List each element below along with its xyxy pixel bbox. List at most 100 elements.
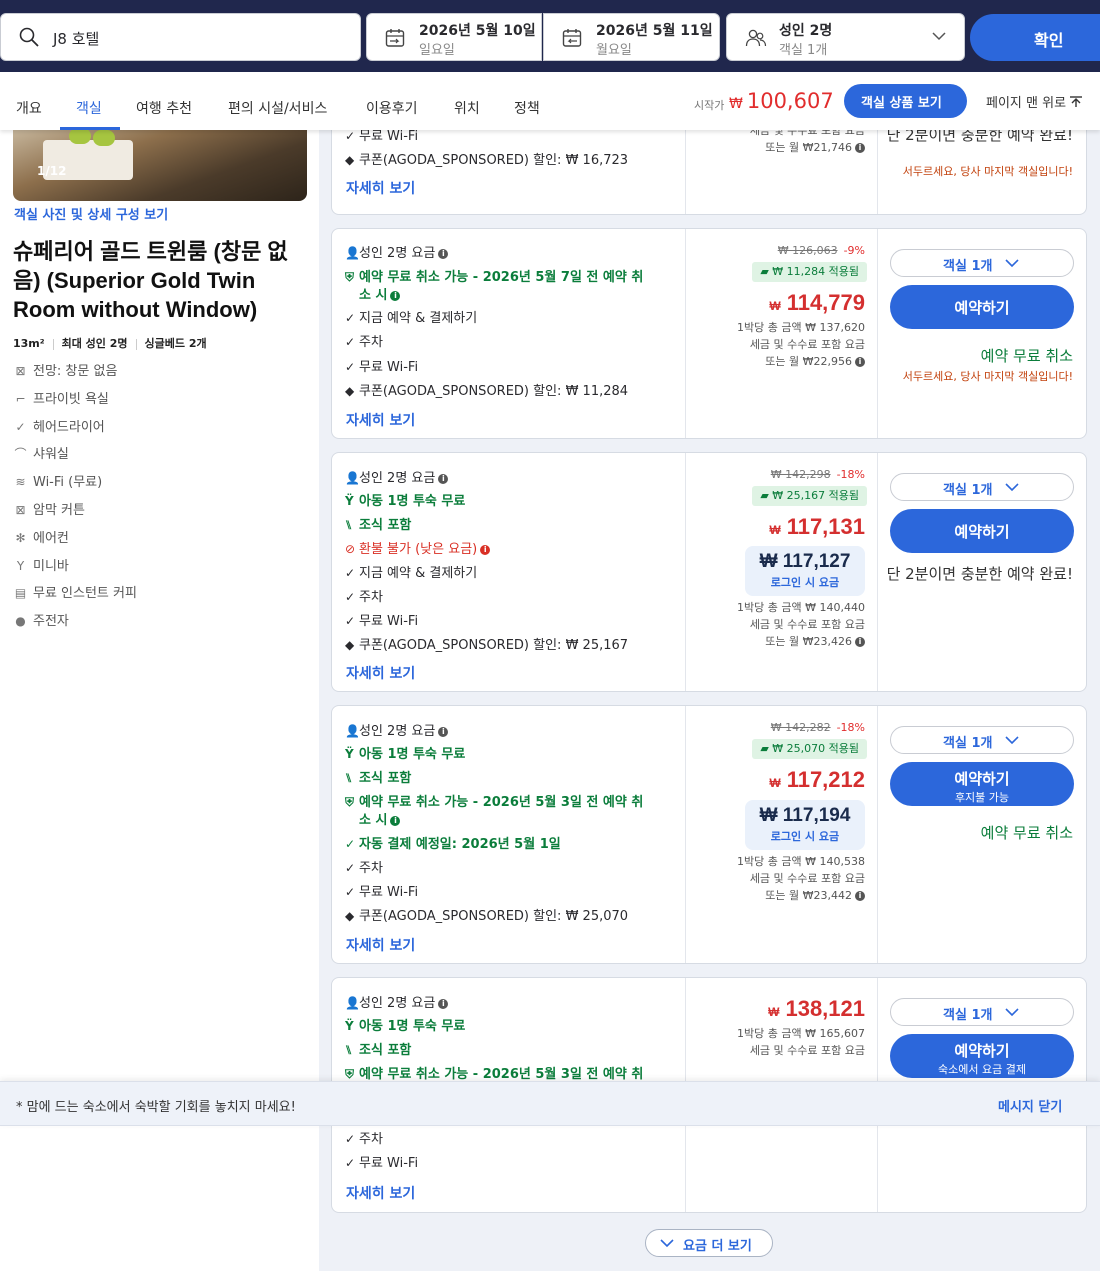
login-price-box[interactable]: ₩ 117,194 로그인 시 요금 — [745, 800, 865, 850]
room-beds: 싱글베드 2개 — [144, 337, 207, 350]
tab-facilities[interactable]: 편의 시설/서비스 — [228, 98, 327, 118]
offer-feature: ✓ 주차 — [345, 1132, 383, 1147]
guests-selector[interactable]: 성인 2명 객실 1개 — [726, 13, 965, 61]
checkin-date: 2026년 5월 10일 — [419, 23, 536, 39]
calendar-icon — [385, 29, 405, 47]
more-rates-button[interactable]: 요금 더 보기 — [645, 1229, 773, 1257]
checkout-day: 월요일 — [596, 43, 632, 58]
coupon-badge: ▰ ₩ 25,070 적용됨 — [752, 739, 867, 759]
offer-feature: ✓ 자동 결제 예정일: 2026년 5월 1일 — [345, 837, 561, 852]
offer-feature: ✓ 무료 Wi-Fi — [345, 614, 419, 629]
offer-feature: ⛨ 예약 무료 취소 가능 - 2026년 5월 3일 전 예약 취 — [345, 1067, 644, 1082]
offer-feature: ◆ 쿠폰(AGODA_SPONSORED) 할인: ₩ 11,284 — [345, 384, 629, 399]
original-price: ₩ 142,298 -18% — [770, 468, 865, 481]
details-link[interactable]: 자세히 보기 — [346, 663, 415, 683]
tab-policy[interactable]: 정책 — [514, 98, 540, 118]
offer-feature: 👤성인 2명 요금 i — [345, 992, 449, 1011]
rooms-count: 객실 1개 — [779, 43, 828, 58]
room-photos-link[interactable]: 객실 사진 및 상세 구성 보기 — [14, 204, 168, 223]
view-room-offers-button[interactable]: 객실 상품 보기 — [844, 84, 967, 118]
book-button[interactable]: 예약하기 — [890, 509, 1074, 553]
offer-feature: ⛨ 예약 무료 취소 가능 - 2026년 5월 7일 전 예약 취 — [345, 270, 644, 285]
info-icon: i — [855, 143, 865, 153]
hotel-search-input[interactable]: J8 호텔 — [0, 13, 361, 61]
offer-feature: ⛨ 예약 무료 취소 가능 - 2026년 5월 3일 전 예약 취 — [345, 795, 644, 810]
coffee-icon: ▤ — [14, 586, 27, 600]
guests-count: 성인 2명 — [779, 23, 833, 39]
checkout-date-field[interactable]: 2026년 5월 11일 월요일 — [543, 13, 720, 61]
chevron-down-icon — [1005, 1008, 1019, 1017]
login-price-box[interactable]: ₩ 117,127 로그인 시 요금 — [745, 546, 865, 596]
ticket-icon: ▰ — [760, 265, 769, 278]
amenity-item: ≋ Wi-Fi (무료) — [15, 475, 103, 490]
tab-recommendations[interactable]: 여행 추천 — [136, 98, 192, 118]
offer-feature: ✓ 주차 — [345, 861, 383, 876]
free-cancel-label: 예약 무료 취소 — [980, 824, 1073, 842]
chevron-down-icon — [1005, 736, 1019, 745]
room-count-select[interactable]: 객실 1개 — [890, 998, 1074, 1026]
book-button[interactable]: 예약하기 — [890, 285, 1074, 329]
shield-icon: ⛨ — [345, 1067, 355, 1081]
close-message-button[interactable]: 메시지 닫기 — [998, 1096, 1062, 1115]
shield-icon: ⛨ — [345, 270, 355, 284]
tag-icon: ◆ — [345, 384, 355, 398]
search-bar: J8 호텔 2026년 5월 10일 일요일 2026년 5월 11일 월요일 … — [0, 0, 1100, 72]
person-icon: 👤 — [345, 996, 360, 1010]
last-room-note: 서두르세요, 당사 마지막 객실입니다! — [902, 165, 1073, 178]
active-tab-indicator — [60, 127, 120, 130]
amenity-item: ▤ 무료 인스턴트 커피 — [14, 586, 137, 601]
info-icon: i — [438, 474, 449, 484]
info-icon: i — [855, 637, 865, 647]
wifi-icon: ≋ — [15, 475, 26, 489]
chevron-down-icon — [932, 32, 946, 41]
offer-feature: Ϋ 아동 1명 투숙 무료 — [345, 494, 466, 509]
login-price-label: 로그인 시 요금 — [770, 830, 840, 843]
checkin-date-field[interactable]: 2026년 5월 10일 일요일 — [366, 13, 542, 61]
original-price: ₩ 126,063 -9% — [777, 244, 865, 257]
book-button[interactable]: 예약하기 숙소에서 요금 결제 — [890, 1034, 1074, 1078]
tab-rooms[interactable]: 객실 — [76, 98, 102, 118]
offer-feature: ⑊ 조식 포함 — [345, 771, 412, 786]
details-link[interactable]: 자세히 보기 — [346, 178, 415, 198]
confirm-search-button[interactable]: 확인 — [970, 14, 1100, 61]
info-icon: i — [390, 816, 401, 826]
info-icon: i — [855, 357, 865, 367]
tab-location[interactable]: 위치 — [454, 98, 480, 118]
back-to-top-link[interactable]: 페이지 맨 위로 — [986, 92, 1083, 111]
info-icon: i — [480, 545, 491, 555]
tab-reviews[interactable]: 이용후기 — [366, 98, 418, 118]
cutlery-icon: ⑊ — [345, 518, 353, 532]
ticket-icon: ▰ — [760, 489, 769, 502]
tag-icon: ◆ — [345, 638, 355, 652]
login-price: ₩ 117,194 — [759, 805, 851, 826]
offer-feature: ✓ 지금 예약 & 결제하기 — [345, 566, 478, 581]
offer-price: ₩138,121 — [768, 996, 865, 1021]
offer-feature: ✓ 지금 예약 & 결제하기 — [345, 311, 478, 326]
person-icon: 👤 — [345, 246, 360, 260]
room-count-select[interactable]: 객실 1개 — [890, 726, 1074, 754]
room-count-select[interactable]: 객실 1개 — [890, 249, 1074, 277]
ac-icon: ✻ — [15, 531, 26, 545]
amenity-item: ⊠ 암막 커튼 — [15, 503, 85, 518]
details-link[interactable]: 자세히 보기 — [346, 935, 415, 955]
person-icon: 👤 — [345, 471, 360, 485]
offer-feature: ✓ 무료 Wi-Fi — [345, 885, 419, 900]
offer-feature: 👤성인 2명 요금 i — [345, 242, 449, 261]
offer-card: 👤성인 2명 요금 i Ϋ 아동 1명 투숙 무료 ⑊ 조식 포함 ⛨ 예약 무료 취소… — [331, 705, 1087, 964]
offer-price: ₩117,131 — [769, 514, 865, 539]
tab-overview[interactable]: 개요 — [16, 98, 42, 118]
offer-feature: ◆ 쿠폰(AGODA_SPONSORED) 할인: ₩ 25,167 — [345, 638, 629, 653]
ticket-icon: ▰ — [760, 742, 769, 755]
chevron-down-icon — [660, 1239, 674, 1248]
room-count-select[interactable]: 객실 1개 — [890, 473, 1074, 501]
details-link[interactable]: 자세히 보기 — [346, 410, 415, 430]
no-refund-icon: ⊘ — [345, 542, 356, 556]
details-link[interactable]: 자세히 보기 — [346, 1183, 415, 1203]
from-price: ₩100,607 — [729, 89, 834, 113]
amenity-item: ⊠ 전망: 창문 없음 — [15, 364, 118, 379]
amenity-item: Y 미니바 — [14, 555, 69, 574]
tag-icon: ◆ — [345, 909, 355, 923]
calendar-icon — [562, 29, 582, 47]
book-button[interactable]: 예약하기 후지불 가능 — [890, 762, 1074, 806]
chevron-down-icon — [1005, 259, 1019, 268]
